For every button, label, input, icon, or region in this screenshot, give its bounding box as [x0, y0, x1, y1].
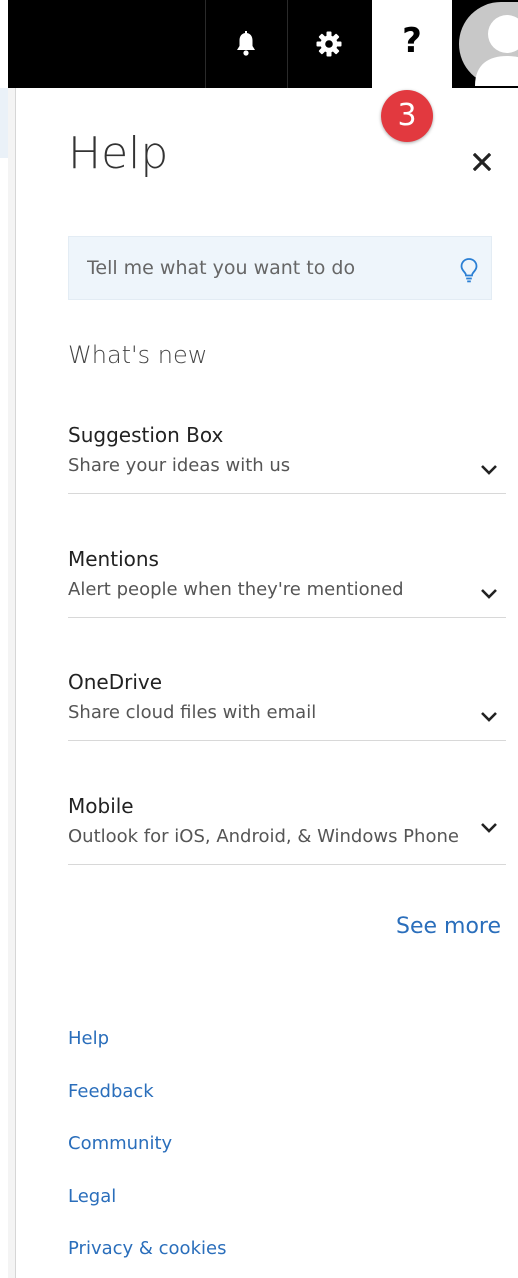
news-item-title: Mobile: [68, 794, 134, 818]
news-item-title: Suggestion Box: [68, 423, 224, 447]
news-item-subtitle: Alert people when they're mentioned: [68, 579, 404, 600]
footer-link-help[interactable]: Help: [68, 1028, 109, 1049]
help-search-input[interactable]: [69, 237, 457, 299]
footer-link-legal[interactable]: Legal: [68, 1186, 116, 1207]
news-item-title: OneDrive: [68, 670, 163, 694]
footer-link-community[interactable]: Community: [68, 1133, 172, 1154]
divider: [68, 493, 506, 494]
see-more-link[interactable]: See more: [396, 914, 501, 939]
notifications-button[interactable]: [205, 0, 286, 88]
lightbulb-icon[interactable]: [457, 257, 481, 283]
panel-left-border: [8, 88, 16, 1278]
close-icon: [473, 153, 491, 171]
top-bar: ?: [8, 0, 518, 88]
news-item-onedrive[interactable]: OneDrive Share cloud files with email: [68, 670, 506, 793]
news-item-subtitle: Share cloud files with email: [68, 702, 317, 723]
user-avatar-icon: [459, 2, 518, 86]
panel-title: Help: [68, 128, 169, 179]
gear-icon: [316, 31, 342, 57]
step-badge: 3: [381, 90, 433, 142]
question-mark-icon: ?: [402, 21, 422, 61]
chevron-down-icon[interactable]: [480, 821, 498, 835]
news-item-title: Mentions: [68, 547, 159, 571]
divider: [68, 864, 506, 865]
news-item-mentions[interactable]: Mentions Alert people when they're menti…: [68, 547, 506, 670]
account-button[interactable]: [454, 0, 518, 88]
help-button[interactable]: ?: [372, 0, 452, 88]
footer-link-feedback[interactable]: Feedback: [68, 1081, 154, 1102]
news-item-suggestion-box[interactable]: Suggestion Box Share your ideas with us: [68, 423, 506, 546]
news-item-mobile[interactable]: Mobile Outlook for iOS, Android, & Windo…: [68, 794, 506, 917]
settings-button[interactable]: [287, 0, 370, 88]
news-item-subtitle: Outlook for iOS, Android, & Windows Phon…: [68, 826, 459, 847]
whats-new-heading: What's new: [68, 341, 208, 369]
chevron-down-icon[interactable]: [480, 710, 498, 724]
chevron-down-icon[interactable]: [480, 463, 498, 477]
chevron-down-icon[interactable]: [480, 587, 498, 601]
footer-link-privacy[interactable]: Privacy & cookies: [68, 1238, 226, 1259]
divider: [68, 617, 506, 618]
divider: [68, 740, 506, 741]
news-item-subtitle: Share your ideas with us: [68, 455, 291, 476]
bell-icon: [237, 31, 255, 56]
help-search-box: [68, 236, 492, 300]
close-button[interactable]: [470, 150, 494, 174]
